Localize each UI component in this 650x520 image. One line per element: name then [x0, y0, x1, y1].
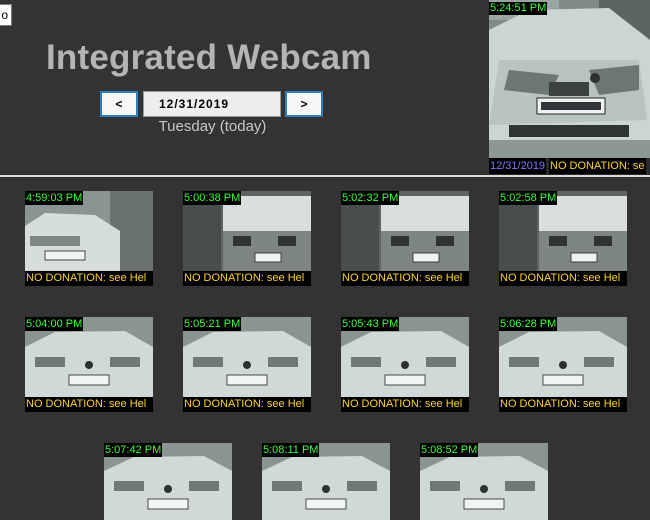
day-label: Tuesday (today) — [158, 118, 267, 135]
snapshot-thumbnail[interactable]: 5:05:43 PM NO DONATION: see Hel — [341, 317, 469, 414]
prev-day-button[interactable]: < — [100, 91, 138, 117]
snapshot-timestamp: 4:59:03 PM — [25, 191, 84, 205]
snapshot-timestamp: 5:05:43 PM — [341, 317, 400, 331]
snapshot-thumbnail[interactable]: 4:59:03 PM NO DONATION: see Hel — [25, 191, 153, 288]
snapshot-thumbnail[interactable]: 5:06:28 PM NO DONATION: see Hel — [499, 317, 627, 414]
latest-date-stamp: 12/31/2019 — [489, 158, 547, 174]
snapshot-thumbnail[interactable]: 5:02:58 PM NO DONATION: see Hel — [499, 191, 627, 288]
snapshot-thumbnail[interactable]: 5:08:11 PM — [262, 443, 390, 520]
snapshot-thumbnail[interactable]: 5:00:38 PM NO DONATION: see Hel — [183, 191, 311, 288]
snapshot-donation-notice: NO DONATION: see Hel — [499, 397, 627, 412]
snapshot-timestamp: 5:08:11 PM — [262, 443, 320, 457]
snapshot-timestamp: 5:02:58 PM — [499, 191, 558, 205]
next-day-button[interactable]: > — [285, 91, 323, 117]
snapshot-thumbnail[interactable]: 5:05:21 PM NO DONATION: see Hel — [183, 317, 311, 414]
snapshot-donation-notice: NO DONATION: see Hel — [341, 397, 469, 412]
snapshot-timestamp: 5:05:21 PM — [183, 317, 242, 331]
snapshot-donation-notice: NO DONATION: see Hel — [183, 397, 311, 412]
corner-button[interactable]: o — [0, 4, 12, 26]
snapshot-timestamp: 5:02:32 PM — [341, 191, 400, 205]
snapshot-timestamp: 5:04:00 PM — [25, 317, 84, 331]
snapshot-thumbnail[interactable]: 5:02:32 PM NO DONATION: see Hel — [341, 191, 469, 288]
latest-donation-notice: NO DONATION: se — [549, 158, 646, 174]
snapshot-thumbnail[interactable]: 5:07:42 PM — [104, 443, 232, 520]
snapshot-thumbnail[interactable]: 5:04:00 PM NO DONATION: see Hel — [25, 317, 153, 414]
snapshot-timestamp: 5:00:38 PM — [183, 191, 242, 205]
snapshot-donation-notice: NO DONATION: see Hel — [183, 271, 311, 286]
snapshot-timestamp: 5:08:52 PM — [420, 443, 479, 457]
snapshot-donation-notice: NO DONATION: see Hel — [499, 271, 627, 286]
snapshot-thumbnail[interactable]: 5:08:52 PM — [420, 443, 548, 520]
snapshot-donation-notice: NO DONATION: see Hel — [341, 271, 469, 286]
snapshot-timestamp: 5:07:42 PM — [104, 443, 163, 457]
latest-timestamp: 5:24:51 PM — [489, 2, 548, 15]
header-divider — [0, 175, 650, 177]
latest-snapshot[interactable]: 5:24:51 PM 12/31/2019 NO DONATION: se — [489, 0, 650, 175]
date-field[interactable]: 12/31/2019 — [143, 91, 281, 117]
latest-snapshot-image — [489, 0, 650, 158]
snapshot-donation-notice: NO DONATION: see Hel — [25, 397, 153, 412]
snapshot-timestamp: 5:06:28 PM — [499, 317, 558, 331]
snapshot-donation-notice: NO DONATION: see Hel — [25, 271, 153, 286]
page-title: Integrated Webcam — [46, 38, 372, 77]
